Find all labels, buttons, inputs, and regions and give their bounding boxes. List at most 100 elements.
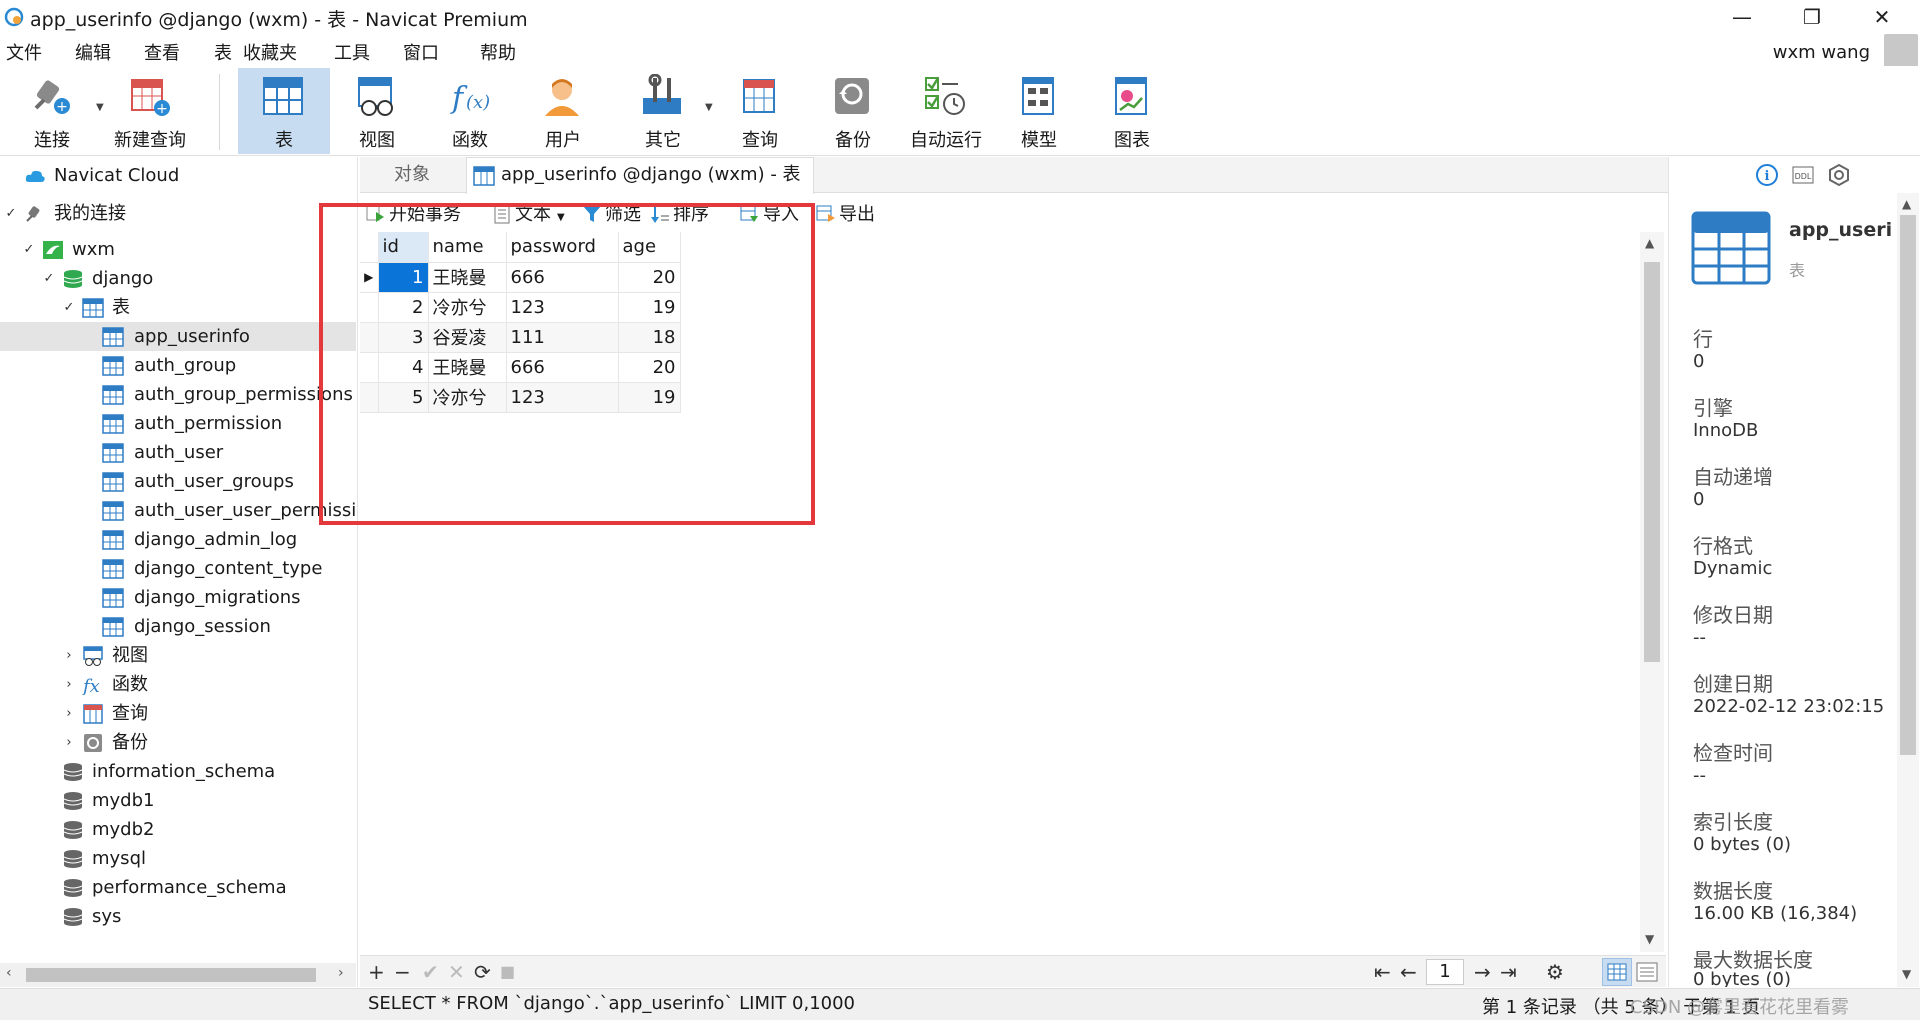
user-avatar[interactable] — [1884, 34, 1918, 70]
tree-item-table[interactable]: auth_user — [0, 438, 356, 467]
model-button[interactable]: 模型 — [993, 68, 1085, 154]
discard-changes-button[interactable]: ✕ — [448, 959, 465, 985]
tree-item-table-app-userinfo[interactable]: app_userinfo — [0, 322, 356, 351]
tree-horizontal-scrollbar[interactable]: ‹ › — [0, 963, 356, 987]
tree-item-my-connections[interactable]: ✓ 我的连接 — [0, 199, 356, 228]
chevron-down-icon[interactable]: ✓ — [4, 199, 18, 228]
tab-app-userinfo[interactable]: app_userinfo @django (wxm) - 表 — [466, 157, 814, 194]
table-icon — [102, 588, 124, 608]
tree-item-connection-wxm[interactable]: ✓ wxm — [0, 235, 356, 264]
tab-objects[interactable]: 对象 — [360, 157, 464, 193]
tree-item-database[interactable]: mydb1 — [0, 786, 356, 815]
tree-item-navicat-cloud[interactable]: Navicat Cloud — [0, 161, 356, 190]
close-button[interactable]: ✕ — [1852, 2, 1912, 32]
chevron-right-icon[interactable]: › — [62, 699, 76, 728]
chevron-down-icon[interactable]: ▼ — [705, 102, 713, 113]
tree-item-queries-group[interactable]: › 查询 — [0, 699, 356, 728]
user-name[interactable]: wxm wang — [1773, 42, 1870, 63]
table-button[interactable]: 表 — [238, 68, 330, 154]
tree-item-table[interactable]: auth_group — [0, 351, 356, 380]
view-button[interactable]: 视图 — [331, 68, 423, 154]
tree-item-database[interactable]: performance_schema — [0, 873, 356, 902]
database-icon — [63, 763, 83, 781]
table-icon — [102, 501, 124, 521]
tree-item-database[interactable]: sys — [0, 902, 356, 931]
chevron-down-icon[interactable]: ✓ — [62, 293, 76, 322]
chevron-right-icon[interactable]: › — [62, 728, 76, 757]
tree-item-table[interactable]: auth_user_user_permissions — [0, 496, 356, 525]
automation-button[interactable]: 自动运行 — [900, 68, 992, 154]
previous-page-button[interactable]: ← — [1400, 959, 1417, 985]
info-icon[interactable]: i — [1755, 163, 1779, 187]
backup-button[interactable]: 备份 — [807, 68, 899, 154]
menu-file[interactable]: 文件 — [6, 39, 42, 65]
chevron-down-icon[interactable]: ✓ — [42, 264, 56, 293]
apply-changes-button[interactable]: ✔ — [422, 959, 439, 985]
menu-tools[interactable]: 工具 — [334, 39, 370, 65]
user-button[interactable]: 用户 — [517, 68, 609, 154]
chevron-up-icon[interactable]: ▲ — [1645, 236, 1654, 250]
menu-edit[interactable]: 编辑 — [75, 39, 111, 65]
scrollbar-thumb[interactable] — [1644, 262, 1660, 662]
menu-favorites[interactable]: 收藏夹 — [243, 39, 297, 65]
table-icon — [102, 443, 124, 463]
hexagon-settings-icon[interactable] — [1827, 163, 1851, 187]
first-page-button[interactable]: ⇤ — [1374, 959, 1391, 985]
refresh-button[interactable]: ⟳ — [474, 959, 491, 985]
form-view-icon[interactable] — [1636, 962, 1658, 982]
tree-item-database[interactable]: information_schema — [0, 757, 356, 786]
connection-button[interactable]: + 连接 ▼ — [6, 68, 104, 154]
stop-button[interactable]: ■ — [500, 959, 515, 985]
query-label: 查询 — [742, 130, 778, 151]
menu-window[interactable]: 窗口 — [403, 39, 439, 65]
settings-gear-icon[interactable]: ⚙ — [1546, 959, 1564, 985]
ddl-icon[interactable]: DDL — [1791, 163, 1815, 187]
function-button[interactable]: f (x) 函数 — [424, 68, 516, 154]
tree-item-views-group[interactable]: › 视图 — [0, 641, 356, 670]
menu-view[interactable]: 查看 — [144, 39, 180, 65]
info-panel-scrollbar[interactable]: ▲ ▼ — [1897, 193, 1919, 987]
page-number-input[interactable]: 1 — [1426, 959, 1464, 985]
chevron-down-icon[interactable]: ✓ — [22, 235, 36, 264]
chevron-right-icon[interactable]: › — [338, 965, 344, 981]
info-value: 16.00 KB (16,384) — [1693, 903, 1858, 924]
tree-item-table[interactable]: auth_group_permissions — [0, 380, 356, 409]
tree-item-table[interactable]: auth_permission — [0, 409, 356, 438]
grid-view-button[interactable] — [1602, 958, 1632, 986]
tree-item-table[interactable]: django_migrations — [0, 583, 356, 612]
table-icon — [102, 559, 124, 579]
chevron-up-icon[interactable]: ▲ — [1902, 197, 1911, 211]
restore-button[interactable]: ❐ — [1782, 2, 1842, 32]
delete-record-button[interactable]: − — [394, 959, 411, 985]
tree-item-table[interactable]: auth_user_groups — [0, 467, 356, 496]
grid-vertical-scrollbar[interactable]: ▲ ▼ — [1640, 232, 1664, 952]
tree-item-database[interactable]: mysql — [0, 844, 356, 873]
scrollbar-thumb[interactable] — [1900, 215, 1916, 755]
chevron-down-icon[interactable]: ▼ — [1902, 967, 1911, 981]
chevron-down-icon[interactable]: ▼ — [96, 102, 104, 113]
menu-help[interactable]: 帮助 — [480, 39, 516, 65]
chevron-right-icon[interactable]: › — [62, 670, 76, 699]
chevron-right-icon[interactable]: › — [62, 641, 76, 670]
chevron-left-icon[interactable]: ‹ — [6, 965, 12, 981]
add-record-button[interactable]: + — [368, 959, 385, 985]
export-button[interactable]: 导出 — [816, 201, 875, 229]
minimize-button[interactable]: — — [1712, 2, 1772, 32]
chart-button[interactable]: 图表 — [1086, 68, 1178, 154]
tree-item-table[interactable]: django_session — [0, 612, 356, 641]
next-page-button[interactable]: → — [1474, 959, 1491, 985]
scrollbar-thumb[interactable] — [26, 968, 316, 982]
chevron-down-icon[interactable]: ▼ — [1645, 932, 1654, 946]
tree-item-table[interactable]: django_content_type — [0, 554, 356, 583]
tree-item-database-django[interactable]: ✓ django — [0, 264, 356, 293]
new-query-button[interactable]: + 新建查询 — [104, 68, 196, 154]
tree-item-functions-group[interactable]: › fx 函数 — [0, 670, 356, 699]
tree-item-database[interactable]: mydb2 — [0, 815, 356, 844]
tree-item-table[interactable]: django_admin_log — [0, 525, 356, 554]
tree-item-backups-group[interactable]: › 备份 — [0, 728, 356, 757]
tree-item-tables-group[interactable]: ✓ 表 — [0, 293, 356, 322]
others-button[interactable]: 其它 ▼ — [617, 68, 713, 154]
query-button[interactable]: 查询 — [714, 68, 806, 154]
last-page-button[interactable]: ⇥ — [1500, 959, 1517, 985]
menu-table[interactable]: 表 — [214, 39, 232, 65]
